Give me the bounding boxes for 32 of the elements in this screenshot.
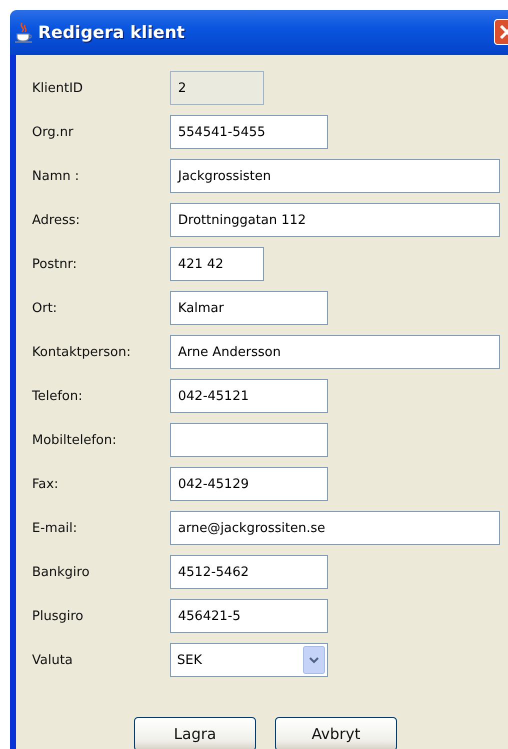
field-label: Mobiltelefon: bbox=[32, 432, 118, 448]
dialog-button[interactable]: Avbryt bbox=[275, 717, 397, 749]
field-label: Fax: bbox=[32, 476, 60, 492]
field-label: Adress: bbox=[32, 212, 81, 228]
input-field[interactable]: Drottninggatan 112 bbox=[170, 203, 500, 237]
input-field[interactable]: 042-45121 bbox=[170, 379, 328, 413]
field-label: Ort: bbox=[32, 300, 58, 316]
window-title: Redigera klient bbox=[38, 22, 185, 42]
field-label: Postnr: bbox=[32, 256, 78, 272]
input-field[interactable]: 421 42 bbox=[170, 247, 264, 281]
input-field[interactable]: Arne Andersson bbox=[170, 335, 500, 369]
input-field[interactable]: Kalmar bbox=[170, 291, 328, 325]
input-field[interactable]: arne@jackgrossiten.se bbox=[170, 511, 500, 545]
field-label: Telefon: bbox=[32, 388, 84, 404]
field-label: Plusgiro bbox=[32, 608, 84, 624]
field-label: Bankgiro bbox=[32, 564, 91, 580]
input-field[interactable]: 554541-5455 bbox=[170, 115, 328, 149]
field-label: KlientID bbox=[32, 80, 84, 96]
field-label: Namn : bbox=[32, 168, 80, 184]
input-field[interactable]: 4512-5462 bbox=[170, 555, 328, 589]
field-label: Valuta bbox=[32, 652, 74, 668]
field-label: E-mail: bbox=[32, 520, 78, 536]
dialog-button[interactable]: Lagra bbox=[134, 717, 256, 749]
field-label: Org.nr bbox=[32, 124, 74, 140]
dropdown[interactable]: SEK bbox=[170, 643, 328, 677]
input-field[interactable]: 456421-5 bbox=[170, 599, 328, 633]
field-label: Kontaktperson: bbox=[32, 344, 132, 360]
chevron-down-icon bbox=[303, 646, 325, 674]
input-field[interactable]: 042-45129 bbox=[170, 467, 328, 501]
coffee-cup-icon bbox=[14, 22, 34, 44]
input-field[interactable] bbox=[170, 423, 328, 457]
input-field[interactable]: Jackgrossisten bbox=[170, 159, 500, 193]
